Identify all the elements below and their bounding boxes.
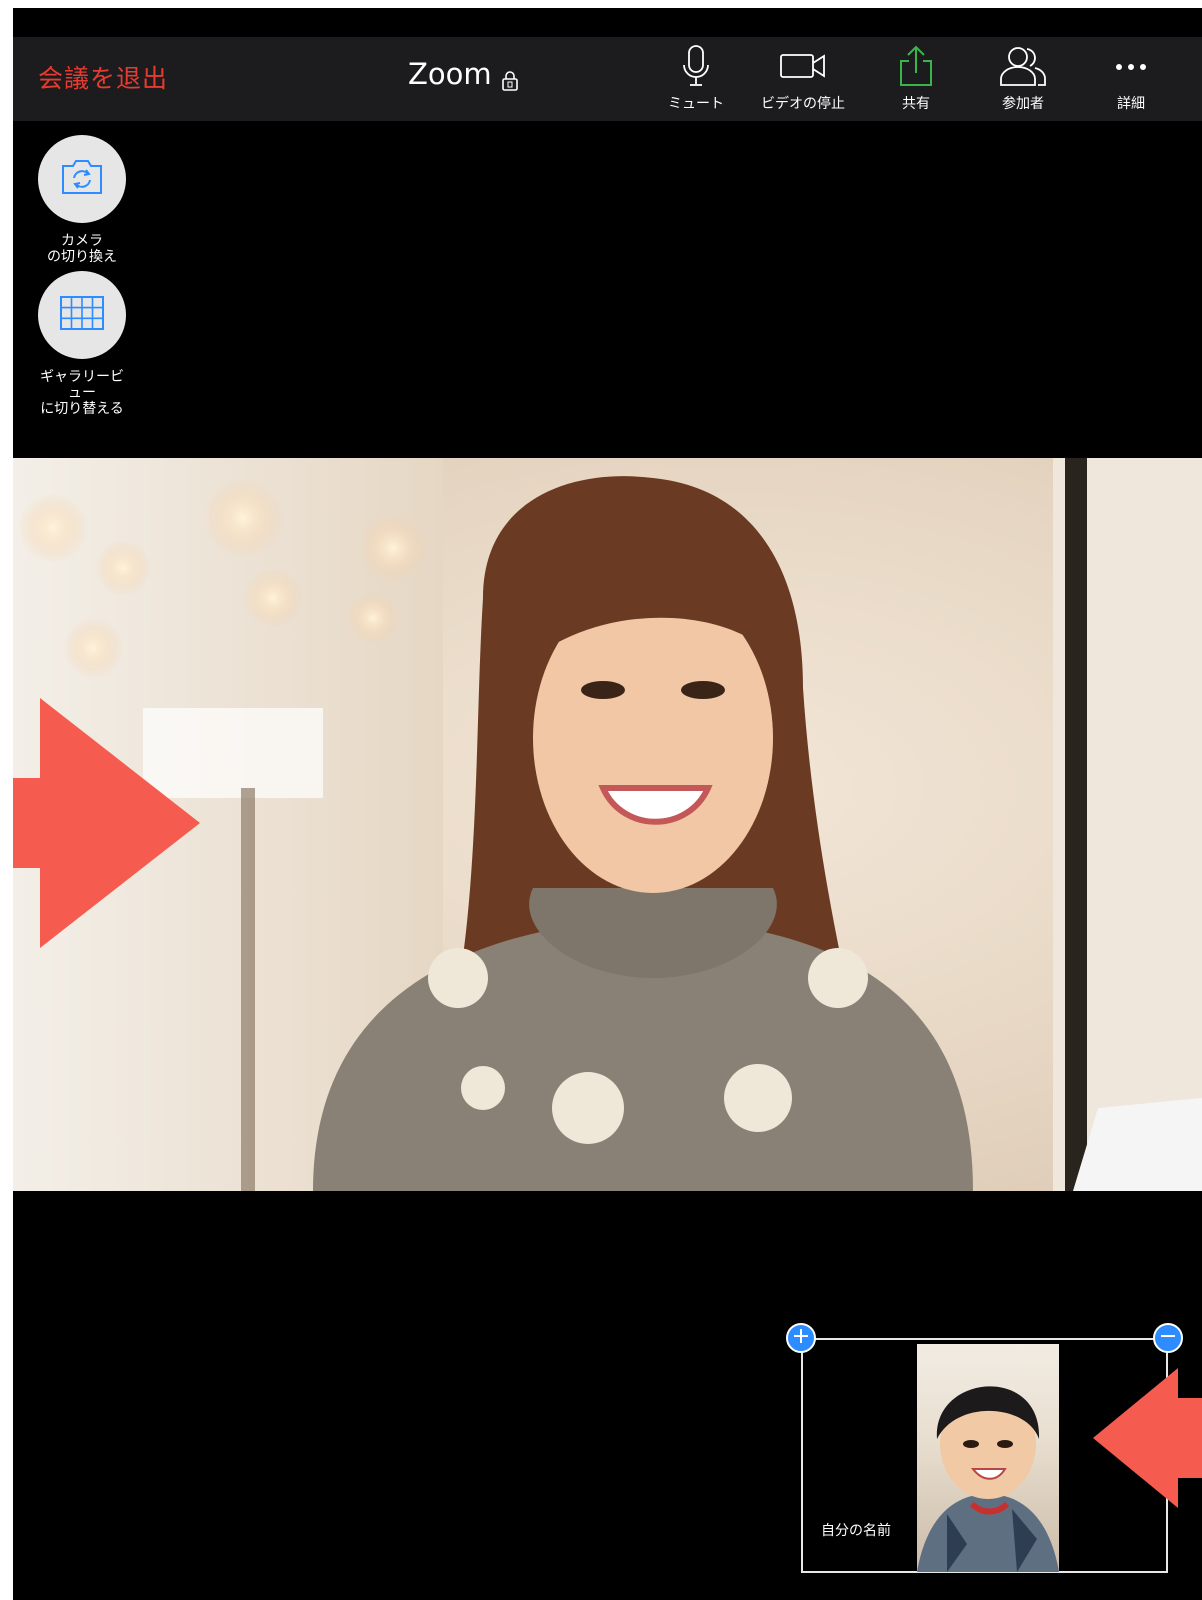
meeting-screen: 会議を退出 Zoom ミュート ビデオの停止 共有 参加者 詳細 カメラ の切り… [13,8,1202,1600]
share-icon [896,45,936,93]
meeting-title: Zoom [408,57,518,91]
stop-video-button[interactable]: ビデオの停止 [761,45,845,113]
self-name-label: 自分の名前 [821,1523,891,1539]
mute-label: ミュート [668,96,724,112]
lock-icon [501,64,518,91]
more-button[interactable]: 詳細 [1113,45,1149,113]
switch-camera-icon [59,158,105,200]
leave-meeting-button[interactable]: 会議を退出 [38,59,168,95]
share-label: 共有 [902,96,930,112]
gallery-view-button[interactable]: ギャラリービ ュー に切り替える [37,271,127,417]
shrink-self-view-button[interactable] [1153,1323,1183,1353]
meeting-title-text: Zoom [408,57,492,91]
self-video-thumbnail [917,1344,1059,1572]
plus-icon [793,1328,809,1348]
arrow-right-icon [13,698,200,948]
switch-camera-circle [38,135,126,223]
meeting-toolbar: 会議を退出 Zoom ミュート ビデオの停止 共有 参加者 詳細 [13,37,1202,121]
participants-label: 参加者 [1002,96,1044,112]
participants-button[interactable]: 参加者 [998,45,1048,113]
switch-camera-button[interactable]: カメラ の切り換え [37,135,127,265]
mute-button[interactable]: ミュート [668,45,724,113]
microphone-icon [681,45,711,93]
gallery-view-label: ギャラリービ ュー に切り替える [40,369,124,417]
stop-video-label: ビデオの停止 [761,96,845,112]
self-video-frame [917,1386,1059,1572]
participants-icon [998,45,1048,93]
gallery-view-circle [38,271,126,359]
switch-camera-label: カメラ の切り換え [47,233,117,265]
minus-icon [1160,1328,1176,1348]
enlarge-self-view-button[interactable] [786,1323,816,1353]
more-icon [1113,45,1149,93]
video-camera-icon [779,45,827,93]
gallery-grid-icon [60,296,104,334]
more-label: 詳細 [1117,96,1145,112]
arrow-left-icon [1093,1368,1202,1508]
share-button[interactable]: 共有 [896,45,936,113]
